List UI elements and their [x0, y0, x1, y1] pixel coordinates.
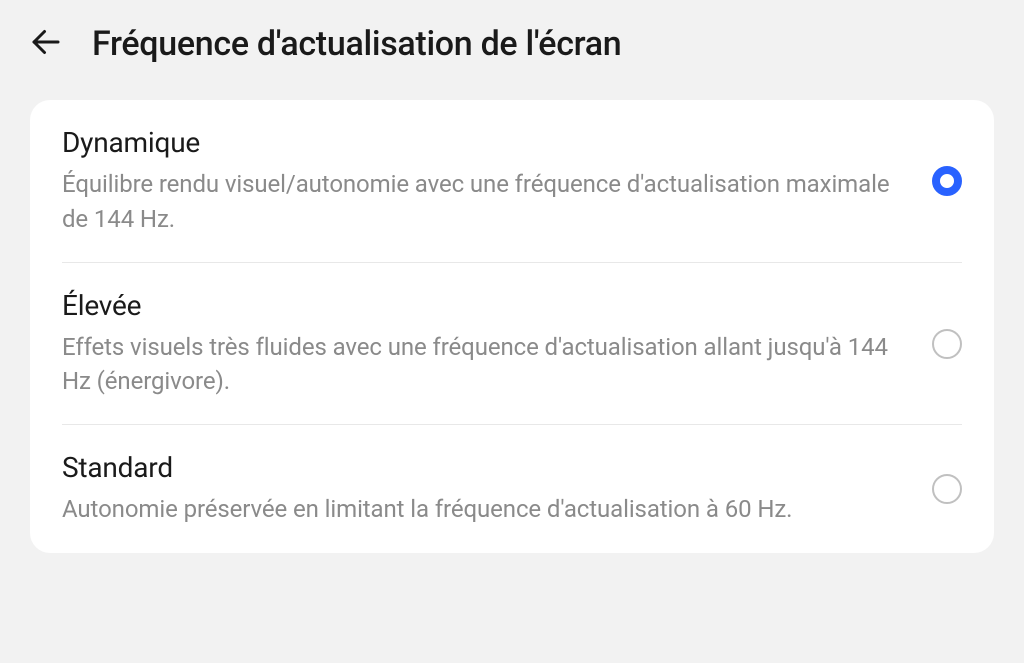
option-content: Dynamique Équilibre rendu visuel/autonom…: [62, 126, 932, 237]
radio-unselected-icon: [932, 329, 962, 359]
radio-unselected-icon: [932, 474, 962, 504]
option-description: Autonomie préservée en limitant la fréqu…: [62, 492, 908, 527]
option-description: Équilibre rendu visuel/autonomie avec un…: [62, 167, 908, 237]
options-card: Dynamique Équilibre rendu visuel/autonom…: [30, 100, 994, 553]
option-description: Effets visuels très fluides avec une fré…: [62, 330, 908, 400]
option-title: Élevée: [62, 289, 908, 322]
option-standard[interactable]: Standard Autonomie préservée en limitant…: [30, 425, 994, 553]
option-elevee[interactable]: Élevée Effets visuels très fluides avec …: [30, 263, 994, 426]
option-content: Standard Autonomie préservée en limitant…: [62, 451, 932, 527]
arrow-left-icon: [28, 24, 64, 64]
option-title: Standard: [62, 451, 908, 484]
back-button[interactable]: [28, 24, 64, 64]
page-title: Fréquence d'actualisation de l'écran: [92, 24, 621, 64]
radio-selected-icon: [932, 166, 962, 196]
header: Fréquence d'actualisation de l'écran: [0, 0, 1024, 84]
option-content: Élevée Effets visuels très fluides avec …: [62, 289, 932, 400]
option-dynamique[interactable]: Dynamique Équilibre rendu visuel/autonom…: [30, 100, 994, 263]
option-title: Dynamique: [62, 126, 908, 159]
